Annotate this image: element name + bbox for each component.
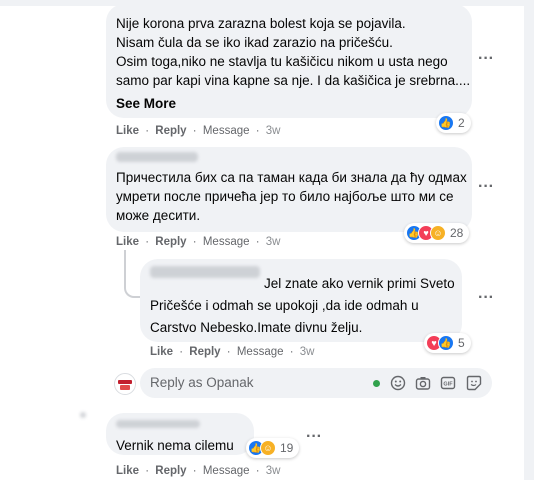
separator: · xyxy=(192,236,197,248)
separator: · xyxy=(255,236,260,248)
reaction-summary[interactable]: 👍 ☺ 19 xyxy=(246,438,300,458)
separator: · xyxy=(226,346,231,358)
reaction-summary[interactable]: ♥ 👍 5 xyxy=(424,333,471,353)
separator: · xyxy=(192,465,197,477)
comment-line: Carstvo Nebesko.Imate divnu želju. xyxy=(150,320,363,335)
comment-line: Причестила бих са па таман када би знала… xyxy=(116,170,467,185)
like-icon: 👍 xyxy=(438,335,454,351)
separator: · xyxy=(255,125,260,137)
separator: · xyxy=(192,125,197,137)
comment-actions: Like · Reply · Message · 3w xyxy=(116,236,283,248)
author-name-redacted xyxy=(150,266,260,278)
message-button[interactable]: Message xyxy=(237,346,284,358)
like-icon: 👍 xyxy=(438,115,454,131)
comment-line: Jel znate ako vernik primi Sveto xyxy=(264,276,455,291)
reaction-summary[interactable]: 👍 2 xyxy=(436,113,471,133)
like-button[interactable]: Like xyxy=(116,465,139,477)
separator: · xyxy=(179,346,184,358)
comment-actions: Like · Reply · Message · 3w xyxy=(116,465,283,477)
separator: · xyxy=(145,125,150,137)
online-indicator xyxy=(373,380,380,387)
separator: · xyxy=(255,465,260,477)
separator: · xyxy=(145,236,150,248)
svg-text:GIF: GIF xyxy=(443,382,453,388)
message-button[interactable]: Message xyxy=(203,236,250,248)
comment-line: samo par kapi vina kapne sa nje. I da ka… xyxy=(116,73,471,88)
separator: · xyxy=(145,465,150,477)
reply-placeholder: Reply as Opanak xyxy=(150,375,254,390)
comment-line: Nisam čula da se iko ikad zarazio na pri… xyxy=(116,35,393,50)
reply-button[interactable]: Reply xyxy=(155,465,186,477)
reaction-count: 5 xyxy=(458,336,465,350)
reply-button[interactable]: Reply xyxy=(155,236,186,248)
reaction-count: 2 xyxy=(458,116,465,130)
more-options-icon[interactable]: ··· xyxy=(306,428,322,446)
comment-line: Pričešće i odmah se upokoji ,da ide odma… xyxy=(150,298,419,313)
gif-icon[interactable]: GIF xyxy=(440,375,456,391)
comment-line: Nije korona prva zarazna bolest koja se … xyxy=(116,16,406,31)
reply-button[interactable]: Reply xyxy=(189,346,220,358)
reaction-count: 19 xyxy=(280,441,294,455)
comment-line: Osim toga,niko ne stavlja tu kašičicu ni… xyxy=(116,54,448,69)
more-options-icon[interactable]: ··· xyxy=(478,289,494,307)
more-options-icon[interactable]: ··· xyxy=(478,178,494,196)
camera-icon[interactable] xyxy=(415,375,431,391)
reply-button[interactable]: Reply xyxy=(155,125,186,137)
emoji-icon[interactable] xyxy=(390,375,406,391)
like-button[interactable]: Like xyxy=(116,125,139,137)
comment-actions: Like · Reply · Message · 3w xyxy=(116,125,283,137)
reaction-count: 28 xyxy=(450,226,464,240)
message-button[interactable]: Message xyxy=(203,465,250,477)
comment-actions: Like · Reply · Message · 3w xyxy=(150,346,317,358)
more-options-icon[interactable]: ··· xyxy=(478,50,494,68)
see-more-link[interactable]: See More xyxy=(116,94,176,113)
care-icon: ☺ xyxy=(430,225,446,241)
timestamp[interactable]: 3w xyxy=(300,346,315,358)
scrollbar[interactable] xyxy=(524,0,534,480)
thread-line xyxy=(124,250,140,298)
author-name-redacted xyxy=(116,152,198,162)
author-name-redacted xyxy=(116,420,200,428)
comment-line: може десити. xyxy=(116,208,201,223)
comment-line: Vernik nema cilemu xyxy=(116,438,234,453)
timestamp[interactable]: 3w xyxy=(266,236,281,248)
avatar[interactable] xyxy=(114,373,136,395)
message-button[interactable]: Message xyxy=(203,125,250,137)
care-icon: ☺ xyxy=(260,440,276,456)
like-button[interactable]: Like xyxy=(150,346,173,358)
avatar-redacted xyxy=(80,412,86,418)
comment-line: умрети после причећа јер то било најбоље… xyxy=(116,189,454,204)
timestamp[interactable]: 3w xyxy=(266,465,281,477)
reaction-summary[interactable]: 👍 ♥ ☺ 28 xyxy=(404,223,470,243)
like-button[interactable]: Like xyxy=(116,236,139,248)
timestamp[interactable]: 3w xyxy=(266,125,281,137)
sticker-icon[interactable] xyxy=(466,375,482,391)
separator: · xyxy=(289,346,294,358)
